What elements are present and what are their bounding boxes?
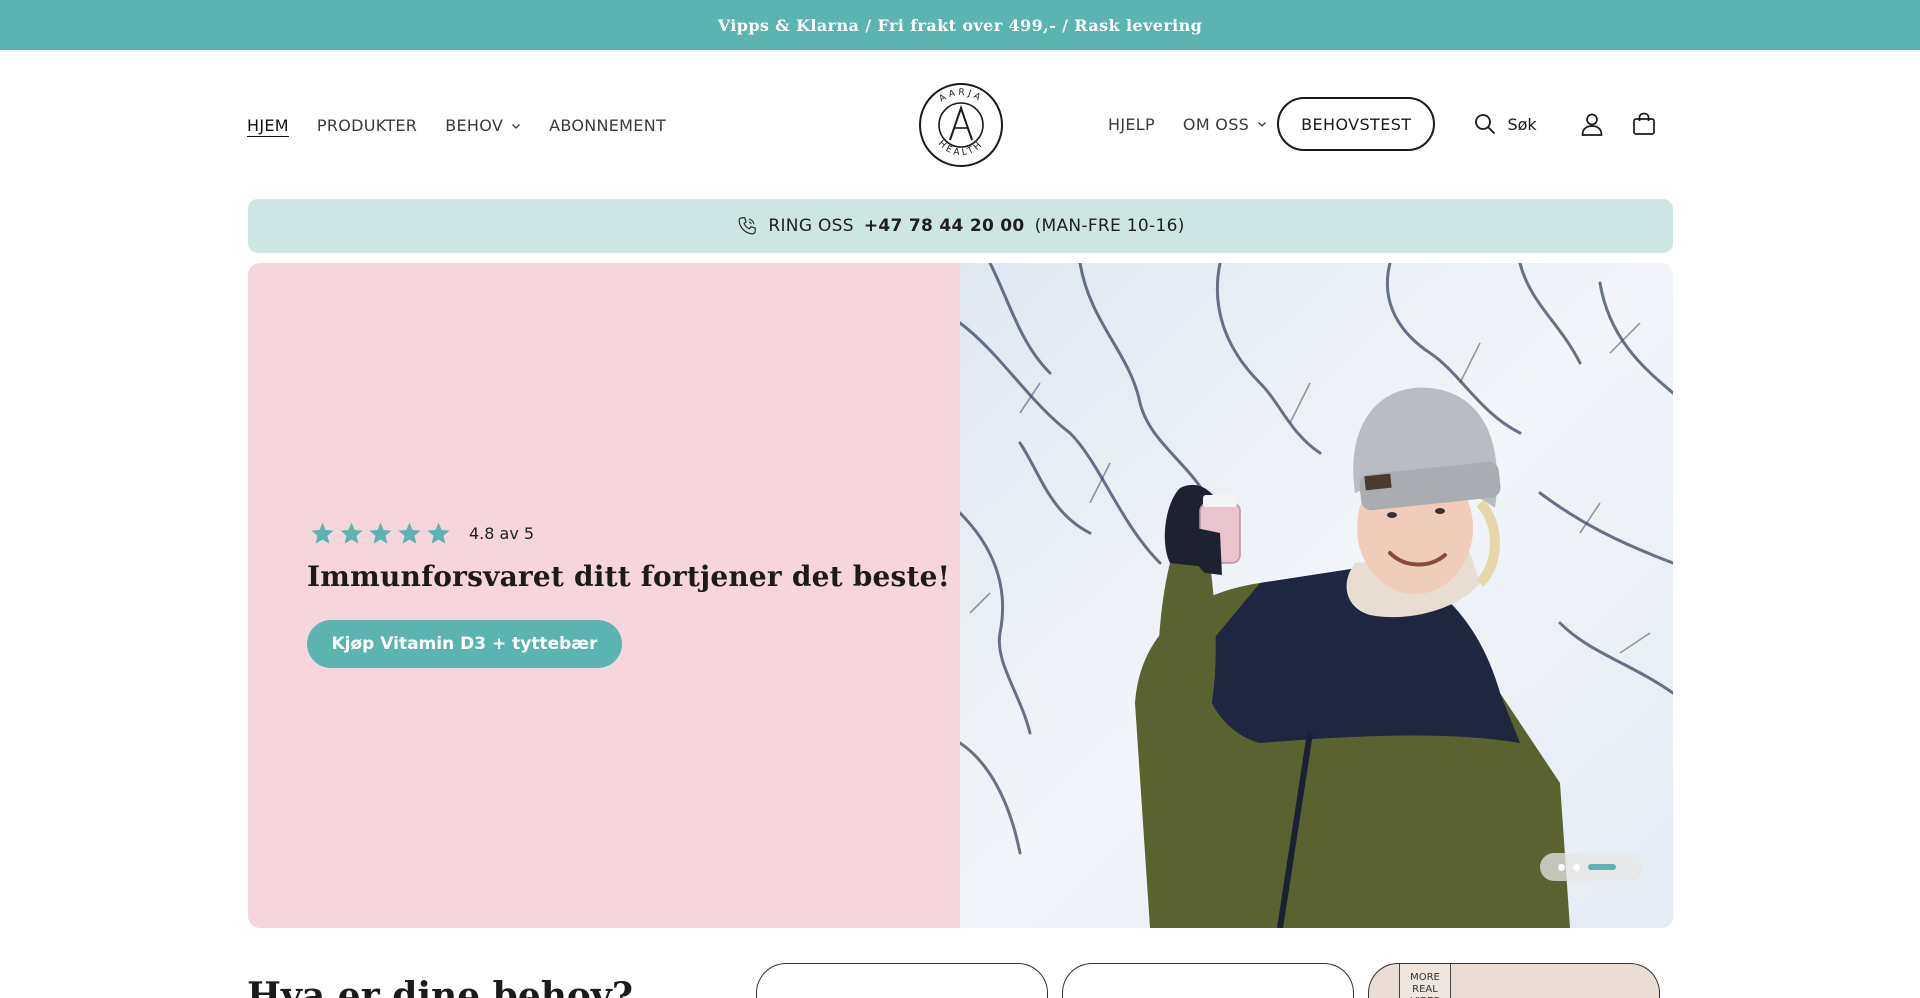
slide-dot-2[interactable]: [1573, 863, 1580, 871]
nav-about[interactable]: OM OSS: [1183, 115, 1267, 134]
star-icon: [311, 522, 334, 544]
site-header: HJEM PRODUKTER BEHOV ABONNEMENT AARJA HE…: [0, 50, 1920, 200]
phone-hours: (MAN-FRE 10-16): [1034, 216, 1185, 236]
chevron-down-icon: [1258, 122, 1267, 127]
needs-card[interactable]: [756, 963, 1048, 998]
phone-contact-bar[interactable]: RING OSS +47 78 44 20 00 (MAN-FRE 10-16): [248, 199, 1673, 253]
hero-image: [960, 263, 1673, 928]
rating-text: 4.8 av 5: [469, 524, 535, 543]
hero-text-panel: 4.8 av 5 Immunforsvaret ditt fortjener d…: [248, 263, 960, 928]
card-tag: MORE REAL VIBES: [1399, 964, 1451, 998]
search-label: Søk: [1507, 114, 1537, 134]
search-icon: [1475, 114, 1496, 134]
cart-icon: [1632, 112, 1655, 135]
chevron-down-icon: [512, 123, 521, 129]
account-button[interactable]: [1577, 109, 1607, 139]
slide-dot-3-active[interactable]: [1588, 864, 1616, 870]
nav-needs[interactable]: BEHOV: [445, 116, 521, 135]
hero-title: Immunforsvaret ditt fortjener det beste!: [307, 560, 951, 593]
phone-icon: [738, 217, 757, 235]
user-icon: [1581, 113, 1603, 136]
star-icon: [427, 522, 450, 544]
nav-products[interactable]: PRODUKTER: [317, 116, 417, 135]
nav-help[interactable]: HJELP: [1108, 115, 1155, 134]
nav-needs-label: BEHOV: [445, 116, 504, 135]
hero-banner: 4.8 av 5 Immunforsvaret ditt fortjener d…: [248, 263, 1673, 928]
cart-button[interactable]: [1629, 109, 1659, 139]
phone-number[interactable]: +47 78 44 20 00: [864, 216, 1025, 236]
search-button[interactable]: Søk: [1473, 112, 1537, 136]
rating: 4.8 av 5: [310, 521, 534, 546]
nav-subscription[interactable]: ABONNEMENT: [549, 116, 666, 135]
phone-prefix: RING OSS: [768, 216, 854, 236]
needs-section-title: Hva er dine behov?: [247, 975, 633, 998]
needs-card[interactable]: MORE REAL VIBES: [1368, 963, 1660, 998]
star-icon: [340, 522, 363, 544]
needs-test-button[interactable]: BEHOVSTEST: [1277, 97, 1436, 151]
needs-card[interactable]: [1062, 963, 1354, 998]
aarja-health-logo[interactable]: AARJA HEALTH: [918, 82, 1004, 168]
slider-pagination: [1540, 853, 1643, 881]
woman-in-snow-image: [960, 263, 1673, 928]
slide-dot-1[interactable]: [1558, 863, 1565, 871]
star-icon: [398, 522, 421, 544]
star-icon: [369, 522, 392, 544]
main-nav-right: HJELP OM OSS BEHOVSTEST Søk: [1108, 97, 1659, 151]
svg-text:HEALTH: HEALTH: [936, 139, 986, 159]
main-nav-left: HJEM PRODUKTER BEHOV ABONNEMENT: [247, 116, 666, 135]
announcement-text: Vipps & Klarna / Fri frakt over 499,- / …: [717, 15, 1203, 35]
buy-vitamin-d3-button[interactable]: Kjøp Vitamin D3 + tyttebær: [307, 620, 622, 668]
svg-text:AARJA: AARJA: [938, 88, 985, 105]
announcement-bar: Vipps & Klarna / Fri frakt over 499,- / …: [0, 0, 1920, 50]
nav-home[interactable]: HJEM: [247, 116, 289, 135]
nav-about-label: OM OSS: [1182, 114, 1250, 134]
